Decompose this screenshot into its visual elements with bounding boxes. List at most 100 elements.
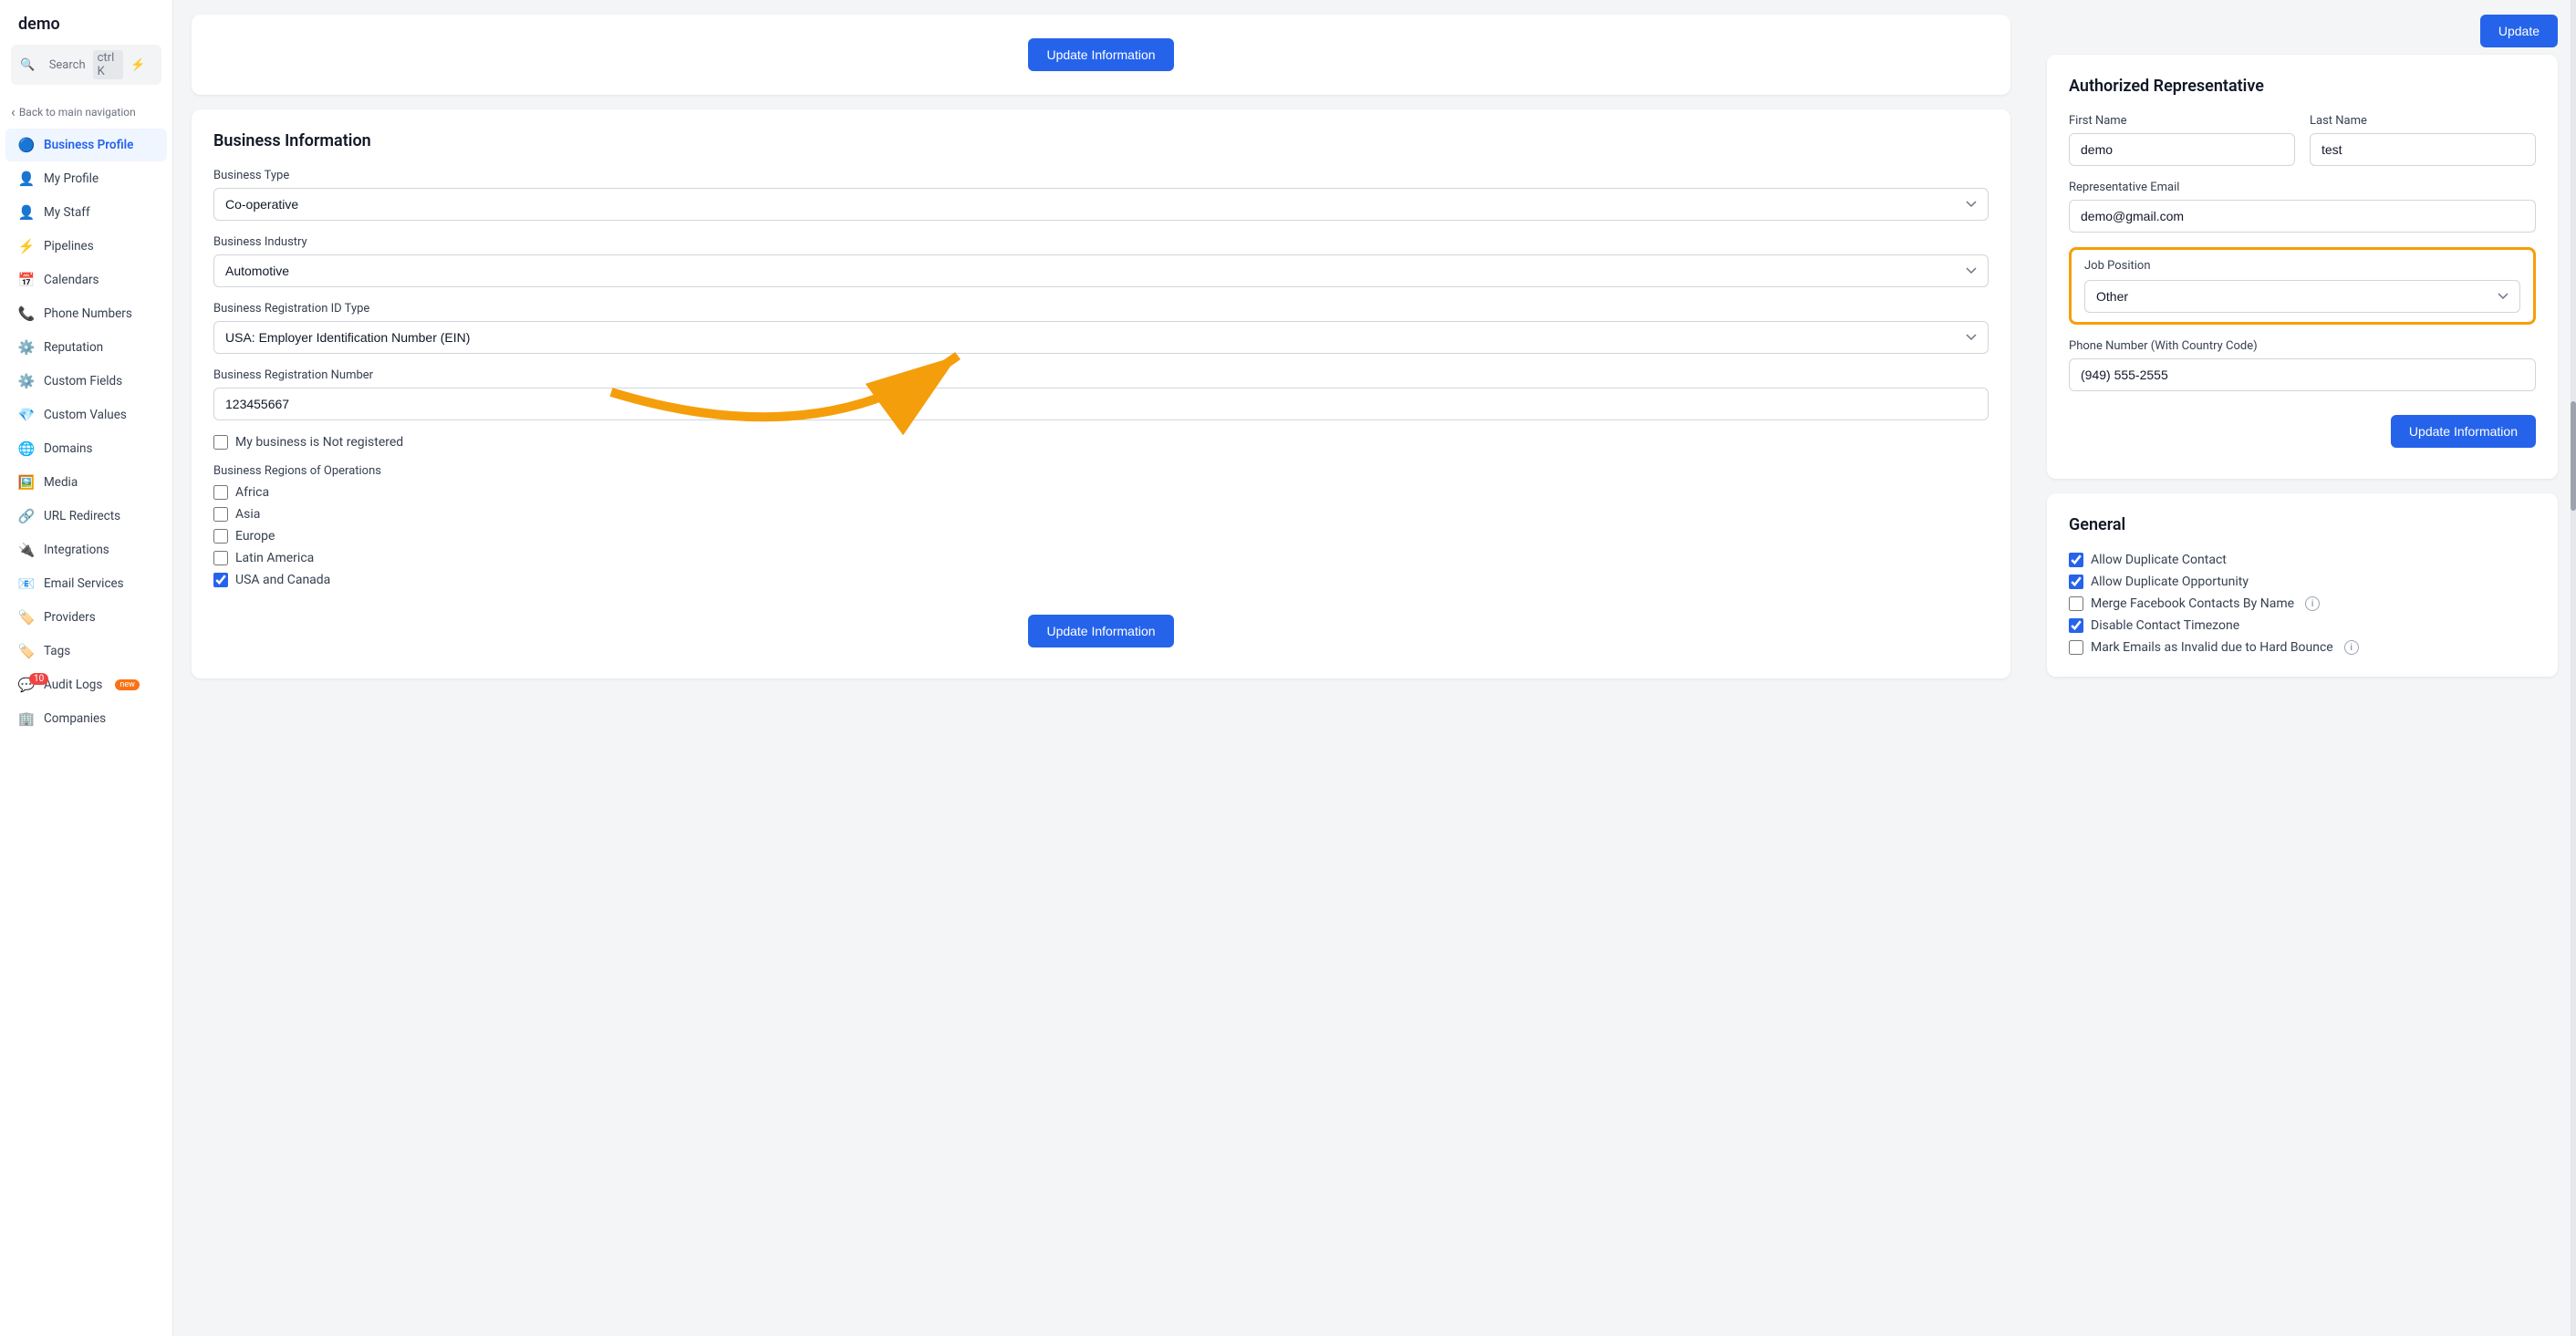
phone-label: Phone Number (With Country Code) <box>2069 339 2536 353</box>
general-option-1[interactable]: Allow Duplicate Opportunity <box>2069 575 2536 589</box>
sidebar-label-calendars: Calendars <box>44 273 99 287</box>
business-industry-select[interactable]: Automotive <box>213 254 1989 287</box>
app-logo: demo <box>0 0 172 45</box>
first-name-label: First Name <box>2069 114 2295 128</box>
not-registered-checkbox-item[interactable]: My business is Not registered <box>213 435 1989 450</box>
not-registered-group: My business is Not registered <box>213 435 1989 450</box>
region-item-0[interactable]: Africa <box>213 485 1989 500</box>
general-checkbox-1[interactable] <box>2069 575 2083 589</box>
sidebar-item-audit-logs[interactable]: 💬Audit Logs10new <box>5 668 167 701</box>
sidebar-label-my-profile: My Profile <box>44 171 99 186</box>
badge-audit-logs: 10 <box>29 673 48 685</box>
rep-email-input[interactable] <box>2069 200 2536 233</box>
region-item-1[interactable]: Asia <box>213 507 1989 522</box>
sidebar-label-phone-numbers: Phone Numbers <box>44 306 132 321</box>
general-checkbox-0[interactable] <box>2069 553 2083 567</box>
sidebar-icon-providers: 🏷️ <box>18 609 35 626</box>
sidebar-item-integrations[interactable]: 🔌Integrations <box>5 533 167 566</box>
scrollbar-thumb[interactable] <box>2571 401 2576 511</box>
region-checkbox-3[interactable] <box>213 551 228 565</box>
region-checkbox-1[interactable] <box>213 507 228 522</box>
left-update-button[interactable]: Update Information <box>1028 615 1173 647</box>
registration-number-input[interactable] <box>213 388 1989 420</box>
name-row: First Name Last Name <box>2069 114 2536 181</box>
region-label-3: Latin America <box>235 551 314 565</box>
sidebar-label-custom-fields: Custom Fields <box>44 374 122 388</box>
sidebar-item-providers[interactable]: 🏷️Providers <box>5 601 167 634</box>
general-option-2[interactable]: Merge Facebook Contacts By Namei <box>2069 596 2536 611</box>
last-name-input[interactable] <box>2310 133 2536 166</box>
sidebar-icon-url-redirects: 🔗 <box>18 508 35 524</box>
registration-id-type-group: Business Registration ID Type USA: Emplo… <box>213 302 1989 354</box>
sidebar-item-tags[interactable]: 🏷️Tags <box>5 635 167 668</box>
sidebar-icon-media: 🖼️ <box>18 474 35 491</box>
region-checkbox-4[interactable] <box>213 573 228 587</box>
search-bar[interactable]: 🔍 Search ctrl K ⚡ <box>11 45 161 85</box>
top-right-update-button[interactable]: Update <box>2480 15 2558 47</box>
sidebar-item-my-profile[interactable]: 👤My Profile <box>5 162 167 195</box>
sidebar-icon-pipelines: ⚡ <box>18 238 35 254</box>
general-checkbox-3[interactable] <box>2069 618 2083 633</box>
last-name-label: Last Name <box>2310 114 2536 128</box>
business-type-select[interactable]: Co-operative <box>213 188 1989 221</box>
sidebar-label-media: Media <box>44 475 78 490</box>
authorized-rep-title: Authorized Representative <box>2069 77 2536 96</box>
region-label-0: Africa <box>235 485 269 500</box>
sidebar-icon-email-services: 📧 <box>18 575 35 592</box>
not-registered-checkbox[interactable] <box>213 435 228 450</box>
back-navigation[interactable]: Back to main navigation <box>0 96 172 128</box>
left-panel: Update Information Business Information … <box>173 0 2029 1336</box>
search-icon: 🔍 <box>20 58 42 72</box>
sidebar-item-email-services[interactable]: 📧 Email Services <box>5 567 167 600</box>
last-name-group: Last Name <box>2310 114 2536 166</box>
sidebar-item-calendars[interactable]: 📅Calendars <box>5 264 167 296</box>
general-option-label-4: Mark Emails as Invalid due to Hard Bounc… <box>2091 640 2333 655</box>
job-position-select[interactable]: Other CEO CFO CTO Manager Director <box>2084 280 2520 313</box>
general-option-4[interactable]: Mark Emails as Invalid due to Hard Bounc… <box>2069 640 2536 655</box>
registration-id-type-select[interactable]: USA: Employer Identification Number (EIN… <box>213 321 1989 354</box>
scrollbar[interactable] <box>2571 0 2576 1336</box>
info-icon-2[interactable]: i <box>2305 596 2320 611</box>
sidebar-item-url-redirects[interactable]: 🔗URL Redirects <box>5 500 167 533</box>
sidebar-icon-business-profile: 🔵 <box>18 137 35 153</box>
general-option-label-3: Disable Contact Timezone <box>2091 618 2239 633</box>
sidebar-item-business-profile[interactable]: 🔵Business Profile <box>5 129 167 161</box>
regions-group: Business Regions of Operations AfricaAsi… <box>213 464 1989 587</box>
sidebar-label-email-services: Email Services <box>44 576 124 591</box>
sidebar-item-custom-values[interactable]: 💎 Custom Values <box>5 399 167 431</box>
registration-id-type-label: Business Registration ID Type <box>213 302 1989 316</box>
registration-number-label: Business Registration Number <box>213 368 1989 382</box>
sidebar-item-custom-fields[interactable]: ⚙️ Custom Fields <box>5 365 167 398</box>
general-checkbox-2[interactable] <box>2069 596 2083 611</box>
phone-group: Phone Number (With Country Code) <box>2069 339 2536 391</box>
sidebar-item-companies[interactable]: 🏢Companies <box>5 702 167 735</box>
sidebar-item-reputation[interactable]: ⚙️Reputation <box>5 331 167 364</box>
sidebar-label-custom-values: Custom Values <box>44 408 127 422</box>
search-shortcut: ctrl K <box>93 50 124 79</box>
sidebar-item-phone-numbers[interactable]: 📞Phone Numbers <box>5 297 167 330</box>
sidebar-item-media[interactable]: 🖼️ Media <box>5 466 167 499</box>
general-option-0[interactable]: Allow Duplicate Contact <box>2069 553 2536 567</box>
first-name-group: First Name <box>2069 114 2295 166</box>
sidebar-icon-custom-fields: ⚙️ <box>18 373 35 389</box>
business-type-label: Business Type <box>213 169 1989 182</box>
region-item-3[interactable]: Latin America <box>213 551 1989 565</box>
sidebar-icon-custom-values: 💎 <box>18 407 35 423</box>
business-info-title: Business Information <box>213 131 1989 150</box>
right-update-information-button[interactable]: Update Information <box>2391 415 2536 448</box>
rep-email-group: Representative Email <box>2069 181 2536 233</box>
region-item-4[interactable]: USA and Canada <box>213 573 1989 587</box>
info-icon-4[interactable]: i <box>2344 640 2359 655</box>
top-update-information-button[interactable]: Update Information <box>1028 38 1173 71</box>
general-checkbox-4[interactable] <box>2069 640 2083 655</box>
registration-number-group: Business Registration Number <box>213 368 1989 420</box>
region-checkbox-0[interactable] <box>213 485 228 500</box>
general-option-3[interactable]: Disable Contact Timezone <box>2069 618 2536 633</box>
sidebar-item-my-staff[interactable]: 👤My Staff <box>5 196 167 229</box>
region-item-2[interactable]: Europe <box>213 529 1989 544</box>
phone-input[interactable] <box>2069 358 2536 391</box>
first-name-input[interactable] <box>2069 133 2295 166</box>
sidebar-item-domains[interactable]: 🌐Domains <box>5 432 167 465</box>
region-checkbox-2[interactable] <box>213 529 228 544</box>
sidebar-item-pipelines[interactable]: ⚡Pipelines <box>5 230 167 263</box>
